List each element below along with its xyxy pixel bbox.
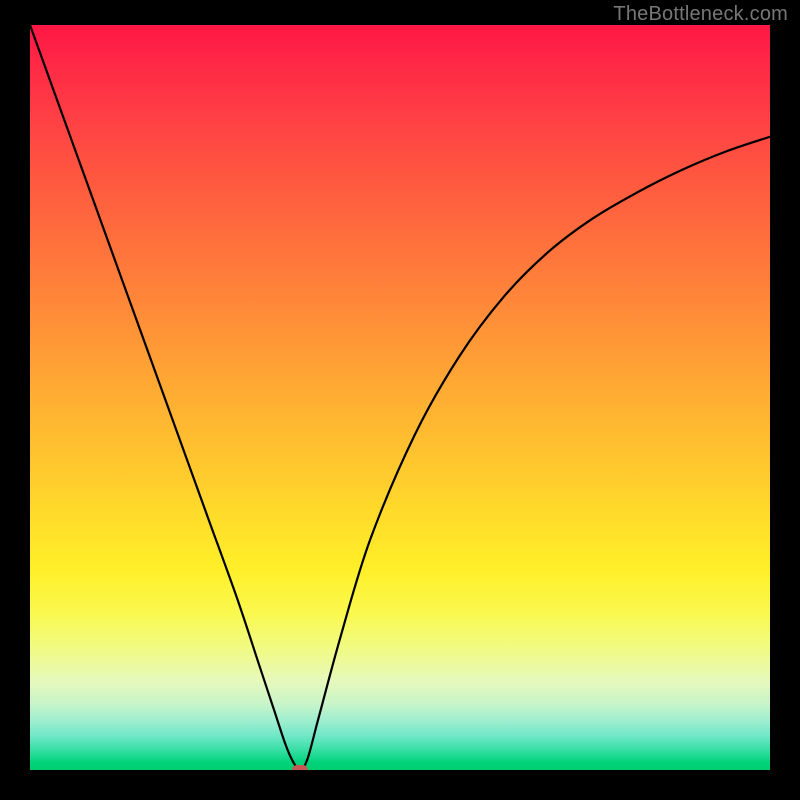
- bottleneck-min-marker: [292, 765, 308, 770]
- plot-area: [30, 25, 770, 770]
- bottleneck-curve: [30, 25, 770, 770]
- chart-frame: TheBottleneck.com: [0, 0, 800, 800]
- watermark-text: TheBottleneck.com: [613, 3, 788, 26]
